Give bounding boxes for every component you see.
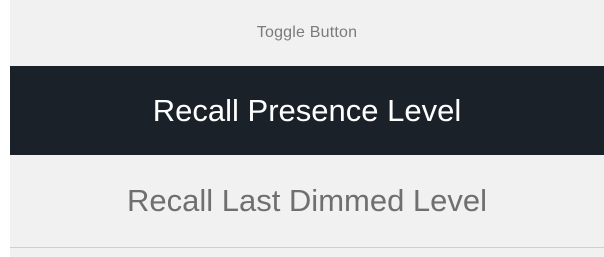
- toggle-button-panel: Toggle Button Recall Presence Level Reca…: [10, 0, 604, 257]
- bottom-divider: [10, 247, 604, 248]
- toggle-option-recall-presence-level[interactable]: Recall Presence Level: [10, 66, 604, 155]
- panel-title: Toggle Button: [256, 24, 358, 41]
- toggle-option-recall-last-dimmed-level[interactable]: Recall Last Dimmed Level: [10, 155, 604, 247]
